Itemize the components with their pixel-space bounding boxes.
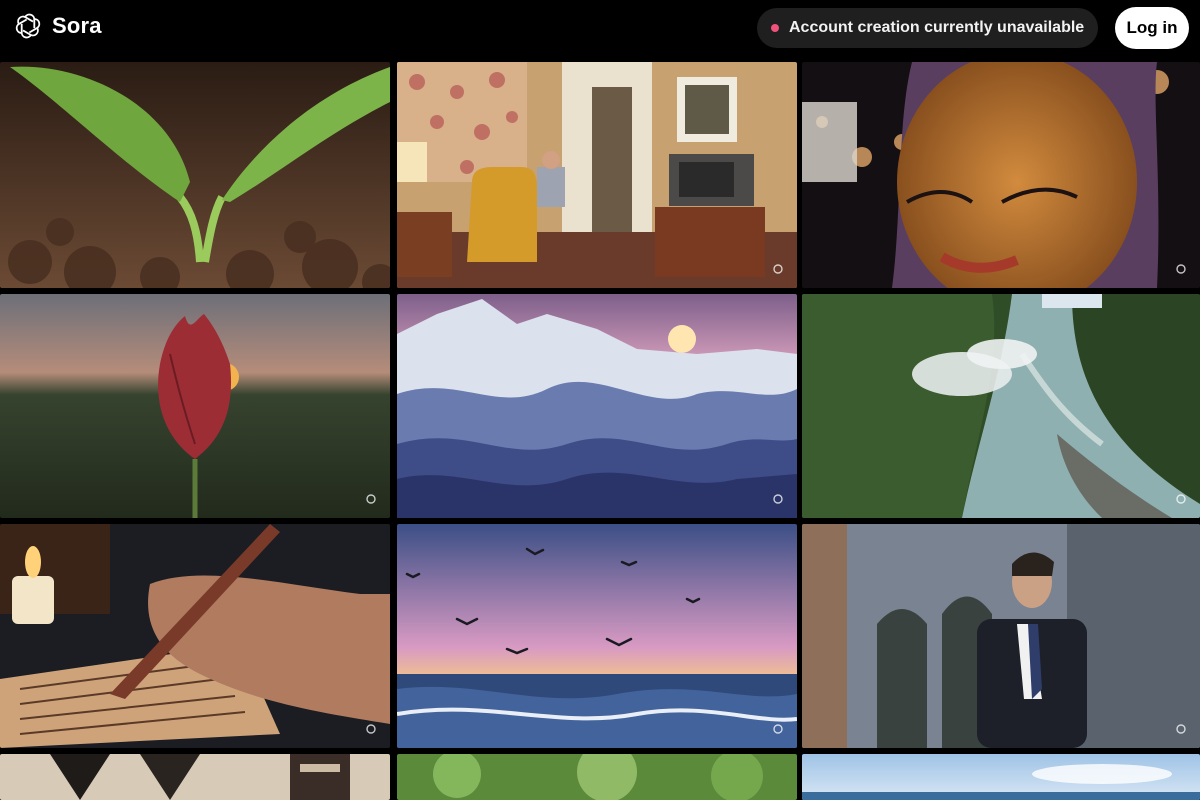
sunset-birds-thumbnail <box>397 524 797 748</box>
city-man-thumbnail <box>802 524 1200 748</box>
openai-watermark-icon <box>1176 264 1186 274</box>
openai-watermark-icon <box>1176 724 1186 734</box>
video-grid <box>0 62 1200 800</box>
video-tile-city-man[interactable] <box>802 524 1200 748</box>
row4-right-thumbnail <box>802 754 1200 800</box>
video-tile-tulip[interactable] <box>0 294 390 518</box>
video-tile-row4-middle[interactable] <box>397 754 797 800</box>
portrait-thumbnail <box>802 62 1200 288</box>
video-tile-room[interactable] <box>397 62 797 288</box>
login-button[interactable]: Log in <box>1115 7 1189 49</box>
video-tile-sunset-birds[interactable] <box>397 524 797 748</box>
openai-watermark-icon <box>773 264 783 274</box>
openai-watermark-icon <box>773 494 783 504</box>
video-tile-writing[interactable] <box>0 524 390 748</box>
openai-watermark-icon <box>1176 494 1186 504</box>
row4-middle-thumbnail <box>397 754 797 800</box>
video-tile-portrait[interactable] <box>802 62 1200 288</box>
waves-thumbnail <box>397 294 797 518</box>
video-tile-row4-left[interactable] <box>0 754 390 800</box>
openai-watermark-icon <box>366 494 376 504</box>
row4-left-thumbnail <box>0 754 390 800</box>
account-notice-text: Account creation currently unavailable <box>789 19 1085 36</box>
river-thumbnail <box>802 294 1200 518</box>
openai-watermark-icon <box>773 724 783 734</box>
video-tile-sprout[interactable] <box>0 62 390 288</box>
app-name: Sora <box>52 13 102 38</box>
video-tile-waves[interactable] <box>397 294 797 518</box>
top-bar: Sora Account creation currently unavaila… <box>0 0 1200 62</box>
openai-logo-icon <box>15 13 41 39</box>
status-dot-icon <box>771 24 779 32</box>
openai-watermark-icon <box>366 724 376 734</box>
video-tile-river[interactable] <box>802 294 1200 518</box>
brand[interactable]: Sora <box>14 12 102 40</box>
room-thumbnail <box>397 62 797 288</box>
writing-thumbnail <box>0 524 390 748</box>
account-notice-badge: Account creation currently unavailable <box>757 8 1099 48</box>
sprout-thumbnail <box>0 62 390 288</box>
video-tile-row4-right[interactable] <box>802 754 1200 800</box>
tulip-thumbnail <box>0 294 390 518</box>
